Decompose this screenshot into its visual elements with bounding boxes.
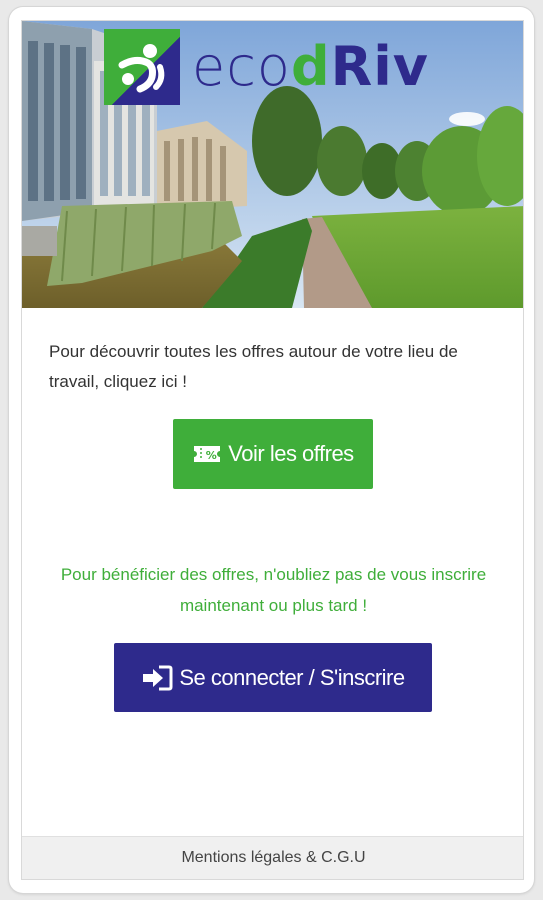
- logo-d: d: [290, 35, 331, 98]
- legal-terms-link[interactable]: Mentions légales & C.G.U: [181, 849, 365, 867]
- ecodriv-logo: ecodRiv: [104, 29, 429, 105]
- logo-eco: eco: [192, 35, 291, 98]
- login-signup-button[interactable]: Se connecter / S'inscrire: [114, 643, 432, 712]
- view-offers-label: Voir les offres: [228, 441, 354, 466]
- hero-image: ecodRiv: [22, 21, 523, 308]
- signup-reminder-text: Pour bénéficier des offres, n'oubliez pa…: [60, 565, 487, 615]
- login-signup-label: Se connecter / S'inscrire: [179, 664, 405, 690]
- logo-emblem: [104, 29, 180, 105]
- logo-riv: Riv: [330, 35, 429, 98]
- logo-wordmark: ecodRiv: [192, 40, 429, 94]
- people-figure-icon: [118, 44, 165, 93]
- discount-ticket-icon: %: [192, 443, 222, 465]
- intro-text: Pour découvrir toutes les offres autour …: [49, 342, 458, 391]
- footer-bar: Mentions légales & C.G.U: [22, 836, 523, 879]
- svg-text:%: %: [206, 449, 217, 462]
- app-screen: ecodRiv Pour découvrir toutes les offres…: [21, 20, 524, 880]
- sign-in-icon: [141, 665, 173, 691]
- view-offers-button[interactable]: % Voir les offres: [173, 419, 373, 489]
